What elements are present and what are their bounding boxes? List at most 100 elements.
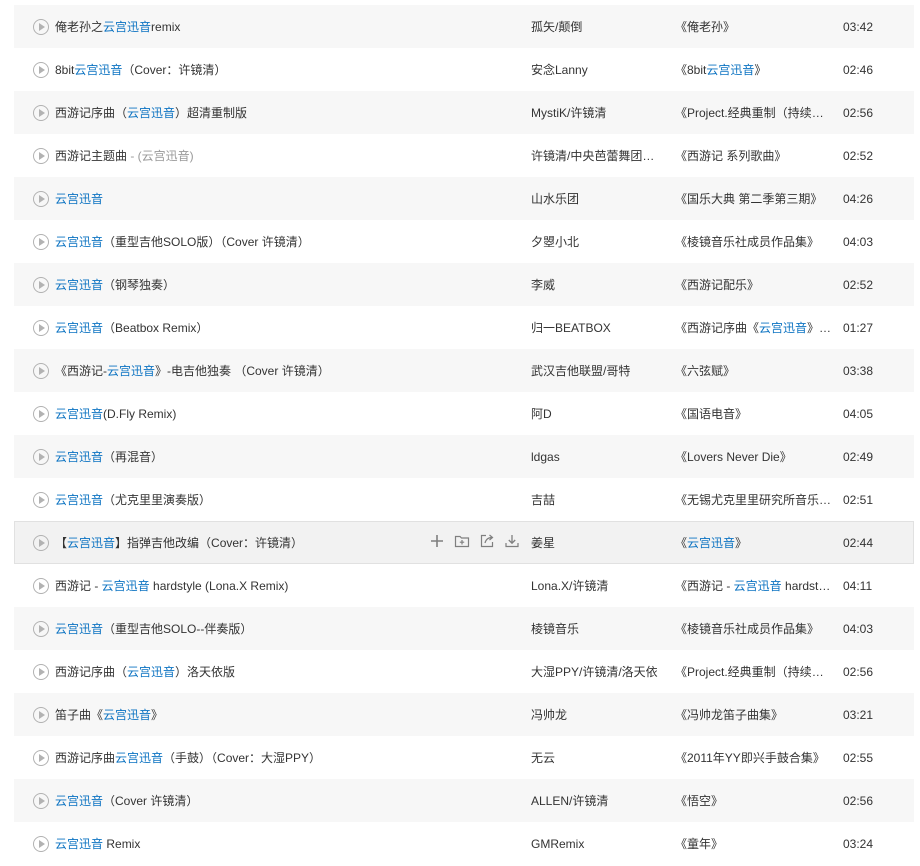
song-title[interactable]: 8bit云宫迅音（Cover：许镜清） [55, 49, 395, 92]
song-artist[interactable]: 武汉吉他联盟/哥特 [531, 350, 663, 393]
song-album[interactable]: 《冯帅龙笛子曲集》 [675, 694, 833, 737]
song-title[interactable]: 云宫迅音（Cover 许镜清） [55, 780, 395, 823]
play-icon[interactable] [33, 492, 49, 508]
song-title[interactable]: 云宫迅音(D.Fly Remix) [55, 393, 395, 436]
highlight-link[interactable]: 云宫迅音 [67, 536, 115, 550]
song-album[interactable]: 《Project.经典重制（持续更新中）》 [675, 651, 833, 694]
song-artist[interactable]: 安念Lanny [531, 49, 663, 92]
song-row[interactable]: 西游记 - 云宫迅音 hardstyle (Lona.X Remix) Lona.… [14, 564, 914, 607]
highlight-link[interactable]: 云宫迅音 [55, 407, 103, 421]
song-title[interactable]: 云宫迅音（Beatbox Remix） [55, 307, 395, 350]
play-icon[interactable] [33, 449, 49, 465]
highlight-link[interactable]: 云宫迅音 [55, 450, 103, 464]
song-artist[interactable]: 姜星 [531, 522, 663, 565]
song-row[interactable]: 云宫迅音（Cover 许镜清） ALLEN/许镜清 《悟空》 02:56 [14, 779, 914, 822]
song-artist[interactable]: 吉喆 [531, 479, 663, 522]
highlight-link[interactable]: 云宫迅音 [734, 579, 782, 593]
song-title[interactable]: 西游记序曲（云宫迅音）洛天依版 [55, 651, 395, 694]
highlight-link[interactable]: 云宫迅音 [74, 63, 122, 77]
play-icon[interactable] [33, 148, 49, 164]
song-artist[interactable]: 李威 [531, 264, 663, 307]
song-title[interactable]: 西游记序曲（云宫迅音）超清重制版 [55, 92, 395, 135]
song-row[interactable]: 云宫迅音(D.Fly Remix) 阿D 《国语电音》 04:05 [14, 392, 914, 435]
play-icon[interactable] [33, 19, 49, 35]
song-title[interactable]: 西游记 - 云宫迅音 hardstyle (Lona.X Remix) [55, 565, 395, 608]
song-artist[interactable]: 阿D [531, 393, 663, 436]
share-icon[interactable] [479, 533, 495, 549]
song-title[interactable]: 俺老孙之云宫迅音remix [55, 6, 395, 49]
highlight-link[interactable]: 云宫迅音 [103, 708, 151, 722]
song-row[interactable]: 《西游记-云宫迅音》-电吉他独奏 （Cover 许镜清） 武汉吉他联盟/哥特 《六弦… [14, 349, 914, 392]
song-artist[interactable]: 冯帅龙 [531, 694, 663, 737]
song-album[interactable]: 《Project.经典重制（持续更新中）》 [675, 92, 833, 135]
play-icon[interactable] [33, 793, 49, 809]
song-album[interactable]: 《8bit云宫迅音》 [675, 49, 833, 92]
play-icon[interactable] [33, 105, 49, 121]
song-row[interactable]: 西游记序曲（云宫迅音）洛天依版 大湿PPY/许镜清/洛天依 《Project.经典重… [14, 650, 914, 693]
song-row[interactable]: 云宫迅音（重型吉他SOLO版）（Cover 许镜清） 夕曌小北 《棱镜音乐社成员作品… [14, 220, 914, 263]
song-artist[interactable]: 夕曌小北 [531, 221, 663, 264]
play-icon[interactable] [33, 320, 49, 336]
song-artist[interactable]: ldgas [531, 436, 663, 479]
song-album[interactable]: 《西游记 - 云宫迅音 hardstyle (Lona.X Remix)》 [675, 565, 833, 608]
song-artist[interactable]: MystiK/许镜清 [531, 92, 663, 135]
song-title[interactable]: 西游记序曲云宫迅音（手鼓）（Cover：大湿PPY） [55, 737, 395, 780]
song-artist[interactable]: 山水乐团 [531, 178, 663, 221]
song-album[interactable]: 《童年》 [675, 823, 833, 866]
song-artist[interactable]: ALLEN/许镜清 [531, 780, 663, 823]
song-title[interactable]: 西游记主题曲 - (云宫迅音) [55, 135, 395, 178]
song-album[interactable]: 《西游记 系列歌曲》 [675, 135, 833, 178]
song-row[interactable]: 笛子曲《云宫迅音》 冯帅龙 《冯帅龙笛子曲集》 03:21 [14, 693, 914, 736]
highlight-link[interactable]: 云宫迅音 [759, 321, 807, 335]
collect-folder-icon[interactable] [454, 533, 470, 549]
play-icon[interactable] [33, 406, 49, 422]
song-album[interactable]: 《六弦赋》 [675, 350, 833, 393]
add-icon[interactable] [429, 533, 445, 549]
play-icon[interactable] [33, 191, 49, 207]
song-title[interactable]: 云宫迅音 [55, 178, 395, 221]
song-row[interactable]: 云宫迅音 山水乐团 《国乐大典 第二季第三期》 04:26 [14, 177, 914, 220]
highlight-link[interactable]: 云宫迅音 [127, 106, 175, 120]
play-icon[interactable] [33, 621, 49, 637]
song-artist[interactable]: Lona.X/许镜清 [531, 565, 663, 608]
highlight-link[interactable]: 云宫迅音 [55, 493, 103, 507]
highlight-link[interactable]: 云宫迅音 [127, 665, 175, 679]
highlight-link[interactable]: 云宫迅音 [55, 321, 103, 335]
song-title[interactable]: 《西游记-云宫迅音》-电吉他独奏 （Cover 许镜清） [55, 350, 395, 393]
song-album[interactable]: 《无锡尤克里里研究所音乐作品集》 [675, 479, 833, 522]
highlight-link[interactable]: 云宫迅音 [115, 751, 163, 765]
song-row[interactable]: 云宫迅音 Remix GMRemix 《童年》 03:24 [14, 822, 914, 865]
song-row[interactable]: 云宫迅音（尤克里里演奏版） 吉喆《无锡尤克里里研究所音乐作品集》 02:51 [14, 478, 914, 521]
song-album[interactable]: 《棱镜音乐社成员作品集》 [675, 221, 833, 264]
song-album[interactable]: 《云宫迅音》 [675, 522, 833, 565]
song-artist[interactable]: 许镜清/中央芭蕾舞团管弦乐队 [531, 135, 663, 178]
song-album[interactable]: 《国语电音》 [675, 393, 833, 436]
song-row[interactable]: 俺老孙之云宫迅音remix 孤矢/颠倒 《俺老孙》 03:42 [14, 5, 914, 48]
song-title[interactable]: 云宫迅音 Remix [55, 823, 395, 866]
song-row[interactable]: 【云宫迅音】指弹吉他改编（Cover：许镜清） 姜星 《云宫迅音》 02:44 [14, 521, 914, 564]
song-row[interactable]: 8bit云宫迅音（Cover：许镜清） 安念Lanny 《8bit云宫迅音》 02:4… [14, 48, 914, 91]
song-title[interactable]: 云宫迅音（尤克里里演奏版） [55, 479, 395, 522]
song-row[interactable]: 西游记主题曲 - (云宫迅音) 许镜清/中央芭蕾舞团管弦乐队《西游记 系列歌曲》 0… [14, 134, 914, 177]
song-album[interactable]: 《国乐大典 第二季第三期》 [675, 178, 833, 221]
song-album[interactable]: 《悟空》 [675, 780, 833, 823]
highlight-link[interactable]: 云宫迅音 [55, 837, 103, 851]
play-icon[interactable] [33, 750, 49, 766]
song-album[interactable]: 《棱镜音乐社成员作品集》 [675, 608, 833, 651]
song-artist[interactable]: GMRemix [531, 823, 663, 866]
highlight-link[interactable]: 云宫迅音 [55, 794, 103, 808]
highlight-link[interactable]: 云宫迅音 [55, 278, 103, 292]
song-row[interactable]: 西游记序曲（云宫迅音）超清重制版 MystiK/许镜清 《Project.经典重制（… [14, 91, 914, 134]
song-artist[interactable]: 无云 [531, 737, 663, 780]
play-icon[interactable] [33, 234, 49, 250]
highlight-link[interactable]: 云宫迅音 [107, 364, 155, 378]
song-artist[interactable]: 归一BEATBOX [531, 307, 663, 350]
play-icon[interactable] [33, 62, 49, 78]
highlight-link[interactable]: 云宫迅音 [102, 579, 150, 593]
song-row[interactable]: 西游记序曲云宫迅音（手鼓）（Cover：大湿PPY） 无云 《2011年YY即兴手鼓… [14, 736, 914, 779]
highlight-link[interactable]: 云宫迅音 [55, 622, 103, 636]
song-album[interactable]: 《俺老孙》 [675, 6, 833, 49]
song-album[interactable]: 《西游记序曲《云宫迅音》Beatbox Remix》 [675, 307, 833, 350]
download-icon[interactable] [504, 533, 520, 549]
song-album[interactable]: 《Lovers Never Die》 [675, 436, 833, 479]
